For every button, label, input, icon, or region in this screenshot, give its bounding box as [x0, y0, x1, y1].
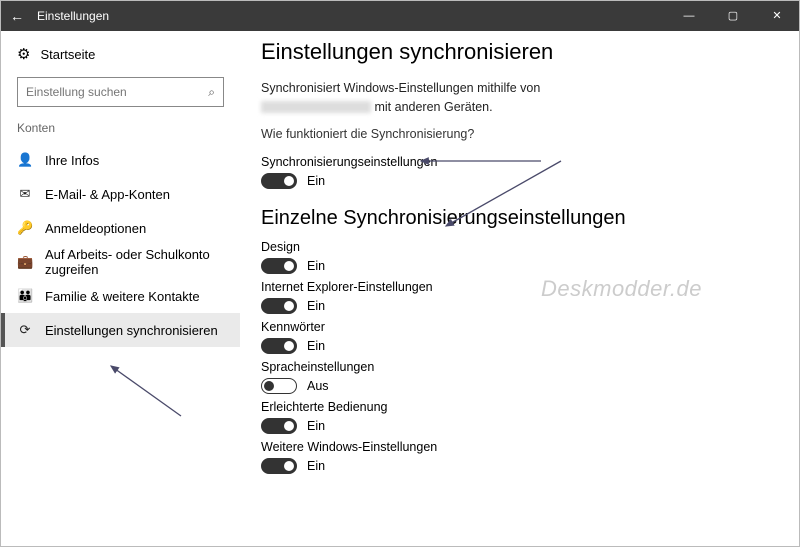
setting-5: Weitere Windows-Einstellungen Ein	[261, 440, 779, 474]
sidebar-item-2[interactable]: 🔑 Anmeldeoptionen	[1, 211, 240, 245]
nav-icon: ⟳	[17, 322, 33, 338]
search-box[interactable]: ⌕	[17, 77, 224, 107]
setting-label: Weitere Windows-Einstellungen	[261, 440, 779, 454]
back-button[interactable]: ←	[1, 8, 33, 24]
setting-state: Ein	[307, 339, 325, 353]
setting-label: Spracheinstellungen	[261, 360, 779, 374]
setting-label: Internet Explorer-Einstellungen	[261, 280, 779, 294]
master-sync-state: Ein	[307, 174, 325, 188]
home-label: Startseite	[40, 47, 95, 62]
intro-post: mit anderen Geräten.	[374, 100, 492, 114]
sidebar-item-label: E-Mail- & App-Konten	[45, 187, 170, 202]
page-title: Einstellungen synchronisieren	[261, 39, 779, 65]
setting-state: Aus	[307, 379, 329, 393]
sidebar: ⚙ Startseite ⌕ Konten 👤 Ihre Infos ✉ E-Mail…	[1, 31, 241, 546]
setting-label: Erleichterte Bedienung	[261, 400, 779, 414]
setting-label: Design	[261, 240, 779, 254]
sidebar-item-0[interactable]: 👤 Ihre Infos	[1, 143, 240, 177]
nav-icon: ✉	[17, 186, 33, 202]
sidebar-item-label: Einstellungen synchronisieren	[45, 323, 218, 338]
setting-toggle[interactable]	[261, 298, 297, 314]
maximize-button[interactable]: ▢	[711, 1, 755, 31]
nav-icon: 🔑	[17, 220, 33, 236]
minimize-button[interactable]: —	[667, 1, 711, 31]
sidebar-item-label: Familie & weitere Kontakte	[45, 289, 200, 304]
setting-toggle[interactable]	[261, 258, 297, 274]
nav-icon: 💼	[17, 254, 33, 270]
sidebar-item-5[interactable]: ⟳ Einstellungen synchronisieren	[1, 313, 240, 347]
search-input[interactable]	[26, 85, 208, 99]
help-link[interactable]: Wie funktioniert die Synchronisierung?	[261, 127, 779, 141]
setting-toggle[interactable]	[261, 338, 297, 354]
setting-3: Spracheinstellungen Aus	[261, 360, 779, 394]
setting-2: Kennwörter Ein	[261, 320, 779, 354]
setting-toggle[interactable]	[261, 378, 297, 394]
sidebar-group-label: Konten	[17, 121, 224, 135]
setting-toggle[interactable]	[261, 418, 297, 434]
sidebar-item-label: Auf Arbeits- oder Schulkonto zugreifen	[45, 247, 240, 277]
home-link[interactable]: ⚙ Startseite	[17, 45, 224, 63]
main-area: Einstellungen synchronisieren Synchronis…	[241, 31, 799, 546]
setting-state: Ein	[307, 419, 325, 433]
master-sync-toggle[interactable]	[261, 173, 297, 189]
window-title: Einstellungen	[33, 9, 667, 23]
master-sync-setting: Synchronisierungseinstellungen Ein	[261, 155, 779, 189]
sidebar-item-label: Ihre Infos	[45, 153, 99, 168]
setting-label: Kennwörter	[261, 320, 779, 334]
close-button[interactable]: ✕	[755, 1, 799, 31]
nav-icon: 👪	[17, 288, 33, 304]
setting-state: Ein	[307, 299, 325, 313]
redacted-account	[261, 101, 371, 113]
sidebar-item-4[interactable]: 👪 Familie & weitere Kontakte	[1, 279, 240, 313]
setting-toggle[interactable]	[261, 458, 297, 474]
sidebar-item-label: Anmeldeoptionen	[45, 221, 146, 236]
setting-1: Internet Explorer-Einstellungen Ein	[261, 280, 779, 314]
master-sync-label: Synchronisierungseinstellungen	[261, 155, 779, 169]
titlebar: ← Einstellungen — ▢ ✕	[1, 1, 799, 31]
search-icon: ⌕	[208, 85, 215, 100]
sidebar-item-1[interactable]: ✉ E-Mail- & App-Konten	[1, 177, 240, 211]
sidebar-item-3[interactable]: 💼 Auf Arbeits- oder Schulkonto zugreifen	[1, 245, 240, 279]
gear-icon: ⚙	[17, 45, 30, 63]
intro-pre: Synchronisiert Windows-Einstellungen mit…	[261, 81, 540, 95]
section-title: Einzelne Synchronisierungseinstellungen	[261, 207, 779, 230]
nav-icon: 👤	[17, 152, 33, 168]
setting-0: Design Ein	[261, 240, 779, 274]
setting-state: Ein	[307, 459, 325, 473]
setting-state: Ein	[307, 259, 325, 273]
sync-intro: Synchronisiert Windows-Einstellungen mit…	[261, 79, 779, 117]
setting-4: Erleichterte Bedienung Ein	[261, 400, 779, 434]
